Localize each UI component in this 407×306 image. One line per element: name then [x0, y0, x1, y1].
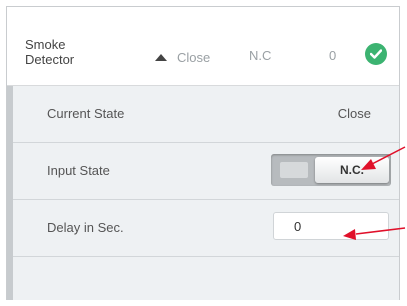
state-indicator: Close — [155, 49, 210, 65]
check-circle-icon — [365, 43, 387, 65]
input-state-toggle[interactable]: N.C. — [271, 154, 391, 186]
toggle-track — [280, 162, 308, 178]
current-state-value: Close — [337, 106, 371, 121]
current-state-label: Current State — [47, 106, 125, 121]
delay-label: Delay in Sec. — [47, 220, 124, 235]
header-state: Close — [177, 49, 211, 65]
zone-header-row[interactable]: Smoke Detector Close N.C 0 — [7, 7, 399, 86]
zone-detail-panel: Current State Close Input State N.C. Del… — [7, 86, 399, 300]
device-name: Smoke Detector — [25, 37, 75, 67]
current-state-row: Current State Close — [13, 86, 399, 143]
state-arrow-up-icon — [155, 53, 167, 61]
toggle-knob[interactable]: N.C. — [315, 157, 389, 183]
input-state-row: Input State N.C. — [13, 143, 399, 200]
zone-panel: Smoke Detector Close N.C 0 Current State… — [6, 6, 400, 300]
header-input-mode: N.C — [249, 48, 272, 63]
delay-row: Delay in Sec. — [13, 200, 399, 257]
header-delay: 0 — [329, 48, 337, 63]
delay-input[interactable] — [273, 212, 389, 240]
input-state-label: Input State — [47, 163, 110, 178]
